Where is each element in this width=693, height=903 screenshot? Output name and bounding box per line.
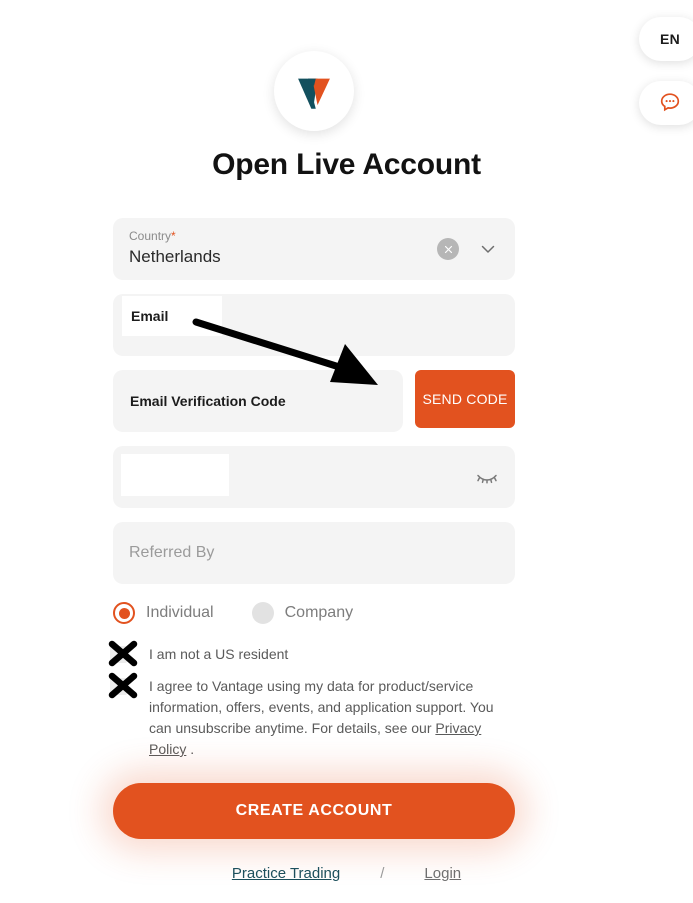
create-account-button[interactable]: CREATE ACCOUNT xyxy=(113,783,515,839)
vantage-logo xyxy=(274,51,354,131)
checkbox-marketing[interactable] xyxy=(110,678,127,695)
radio-option-individual[interactable]: Individual xyxy=(113,602,214,624)
consent-text-us-resident: I am not a US resident xyxy=(149,646,289,662)
email-label: Email xyxy=(122,296,222,336)
checkbox-us-resident[interactable] xyxy=(110,646,127,663)
eye-closed-icon[interactable] xyxy=(475,467,499,487)
chat-bubble-icon xyxy=(658,91,682,115)
radio-unselected-icon xyxy=(251,602,274,624)
radio-label-company: Company xyxy=(284,604,354,621)
country-label: Country* xyxy=(129,229,176,243)
password-field[interactable] xyxy=(113,446,515,508)
account-type-radio-group: Individual Company xyxy=(113,602,391,624)
practice-trading-link[interactable]: Practice Trading xyxy=(232,865,340,882)
radio-label-individual: Individual xyxy=(146,604,214,621)
verification-code-row: Email Verification Code SEND CODE xyxy=(113,370,515,432)
consent-text-after: . xyxy=(186,741,195,757)
consent-row-us-resident: I am not a US resident xyxy=(110,644,510,665)
language-label: EN xyxy=(659,31,681,47)
consent-row-marketing: I agree to Vantage using my data for pro… xyxy=(110,676,510,760)
password-label-mask xyxy=(121,454,229,496)
consent-text-marketing: I agree to Vantage using my data for pro… xyxy=(149,676,510,760)
footer-links: Practice Trading / Login xyxy=(0,865,693,882)
send-code-button[interactable]: SEND CODE xyxy=(415,370,515,428)
radio-selected-icon xyxy=(113,602,135,624)
page-title: Open Live Account xyxy=(212,148,481,181)
footer-separator: / xyxy=(380,865,385,882)
chevron-down-icon[interactable] xyxy=(479,240,497,258)
radio-option-company[interactable]: Company xyxy=(251,602,354,624)
email-verification-code-input[interactable]: Email Verification Code xyxy=(113,370,403,432)
vantage-v-logo-icon xyxy=(291,68,337,114)
email-verification-code-label: Email Verification Code xyxy=(130,393,286,409)
referred-by-placeholder: Referred By xyxy=(129,544,215,561)
country-field[interactable]: Country* Netherlands xyxy=(113,218,515,280)
country-value: Netherlands xyxy=(129,247,221,266)
referred-by-field[interactable]: Referred By xyxy=(113,522,515,584)
open-live-account-page: EN Open Live Account Country* Netherland… xyxy=(0,0,693,903)
live-chat-button[interactable] xyxy=(639,81,693,125)
clear-circle-x-icon[interactable] xyxy=(437,238,459,260)
email-field[interactable]: Email xyxy=(113,294,515,356)
login-link[interactable]: Login xyxy=(424,865,461,882)
registration-form: Country* Netherlands Email Email Verific… xyxy=(113,218,515,598)
language-selector-button[interactable]: EN xyxy=(639,17,693,61)
required-asterisk: * xyxy=(171,229,176,243)
